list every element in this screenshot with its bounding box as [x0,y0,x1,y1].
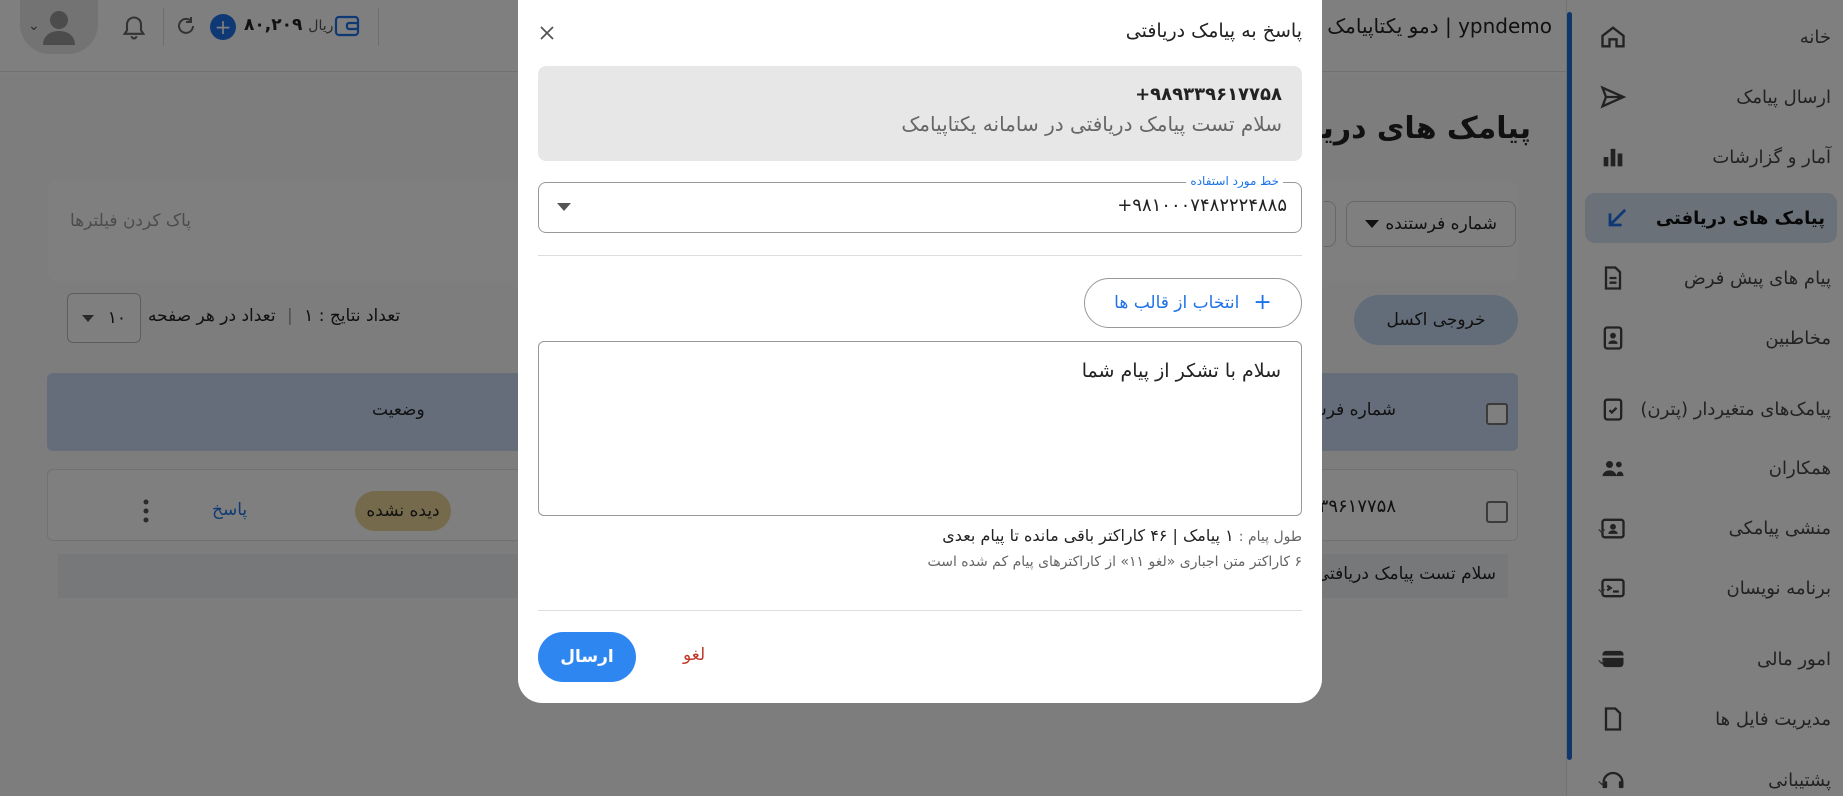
reply-dialog: پاسخ به پیامک دریافتی +۹۸۹۳۳۹۶۱۷۷۵۸ سلام… [518,0,1322,703]
sender-line-label: خط مورد استفاده [1186,174,1283,188]
select-template-label: انتخاب از قالب ها [1114,293,1240,313]
close-icon[interactable] [538,24,556,42]
send-button[interactable]: ارسال [538,632,636,682]
incoming-message-box: +۹۸۹۳۳۹۶۱۷۷۵۸ سلام تست پیامک دریافتی در … [538,66,1302,161]
incoming-sender-number: +۹۸۹۳۳۹۶۱۷۷۵۸ [1135,84,1282,105]
sender-line-select[interactable]: خط مورد استفاده +۹۸۱۰۰۰۷۴۸۲۲۲۴۸۸۵ [538,174,1302,233]
mandatory-text-note: ۶ کاراکتر متن اجباری «لغو ۱۱» از کاراکتر… [927,554,1302,570]
incoming-message-text: سلام تست پیامک دریافتی در سامانه یکتاپیا… [901,112,1282,136]
select-template-button[interactable]: + انتخاب از قالب ها [1084,278,1302,328]
divider [538,610,1302,611]
dialog-title: پاسخ به پیامک دریافتی [1125,20,1302,42]
reply-message-input[interactable] [538,341,1302,516]
caret-down-icon [557,203,571,211]
message-length-label: طول پیام : [1238,529,1302,545]
plus-icon: + [1253,290,1272,315]
cancel-button[interactable]: لغو [683,645,705,665]
message-length-info: طول پیام : ۱ پیامک | ۴۶ کاراکتر باقی مان… [942,526,1302,545]
sender-line-value: +۹۸۱۰۰۰۷۴۸۲۲۲۴۸۸۵ [1117,195,1287,216]
divider [538,255,1302,256]
message-length-value: ۱ پیامک | ۴۶ کاراکتر باقی مانده تا پیام … [942,526,1234,545]
